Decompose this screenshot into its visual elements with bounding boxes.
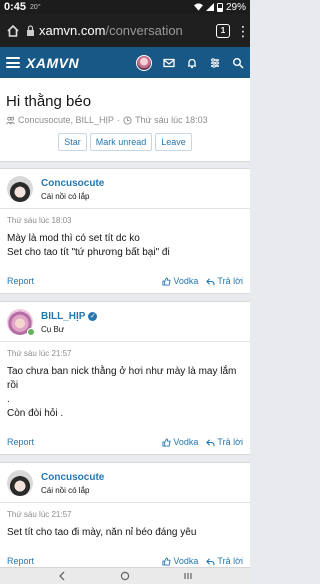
recents-icon[interactable]	[183, 571, 193, 581]
thread-header: Hi thằng béo Concusocute, BILL_HỊP · Thứ…	[0, 83, 250, 162]
message-line: Set cho tao tít "tứ phương bất bại" đi	[7, 247, 170, 258]
username[interactable]: BILL_HỊP ✓	[41, 311, 98, 322]
reply-button[interactable]: Trả lời	[206, 276, 243, 286]
reply-icon	[206, 438, 216, 446]
message-body: Tao chưa ban nick thằng ở hơi như mày là…	[0, 358, 250, 421]
user-title: Cái nồi có lắp	[41, 485, 90, 495]
avatar[interactable]	[7, 176, 33, 202]
users-icon	[6, 116, 15, 124]
status-time: 0:45	[4, 1, 27, 13]
react-button[interactable]: Vodka	[162, 437, 198, 447]
thumbs-up-icon	[162, 437, 172, 447]
menu-icon[interactable]	[6, 57, 20, 68]
reply-icon	[206, 557, 216, 565]
message-user: Concusocute Cái nồi có lắp	[0, 169, 250, 209]
username[interactable]: Concusocute	[41, 178, 104, 189]
report-link[interactable]: Report	[7, 437, 34, 447]
status-right: 29%	[193, 1, 246, 13]
header-actions	[136, 54, 244, 71]
message-date: Thứ sáu lúc 21:57	[7, 510, 72, 519]
username-text[interactable]: Concusocute	[41, 472, 104, 483]
reply-label: Trả lời	[217, 437, 243, 447]
message-footer: Report Vodka Trả lời	[0, 429, 250, 454]
search-icon[interactable]	[232, 57, 244, 69]
thread-meta: Concusocute, BILL_HỊP · Thứ sáu lúc 18:0…	[6, 115, 244, 125]
user-title: Cái nồi có lắp	[41, 191, 90, 201]
thumbs-up-icon	[162, 556, 172, 566]
avatar[interactable]	[136, 54, 152, 71]
message-body: Mày là mod thì có set tít dc ko Set cho …	[0, 225, 250, 260]
user-title: Cụ Bư	[41, 324, 65, 334]
reply-label: Trả lời	[217, 556, 243, 566]
reply-icon	[206, 277, 216, 285]
message-list: Concusocute Cái nồi có lắp Thứ sáu lúc 1…	[0, 162, 250, 574]
react-label: Vodka	[173, 437, 199, 447]
tabs-icon[interactable]: 1	[216, 23, 230, 38]
url-host: xamvn.com	[39, 23, 106, 38]
online-indicator	[27, 328, 35, 336]
message: Concusocute Cái nồi có lắp Thứ sáu lúc 1…	[0, 168, 250, 294]
battery-icon	[216, 2, 223, 12]
wifi-icon	[193, 3, 203, 11]
star-button[interactable]: Star	[58, 133, 87, 151]
site-logo[interactable]: XAMVN	[26, 55, 79, 71]
react-label: Vodka	[173, 276, 199, 286]
battery-level: 29%	[225, 1, 246, 13]
leave-button[interactable]: Leave	[155, 133, 192, 151]
message-line: Set tít cho tao đi mày, năn nỉ béo đáng …	[7, 527, 197, 538]
browser-bar: xamvn.com/conversation 1 ⋮	[0, 14, 250, 47]
address-bar[interactable]: xamvn.com/conversation	[26, 23, 210, 38]
message-user: BILL_HỊP ✓ Cụ Bư	[0, 302, 250, 342]
react-button[interactable]: Vodka	[162, 556, 198, 566]
message-date: Thứ sáu lúc 18:03	[7, 216, 72, 225]
username[interactable]: Concusocute	[41, 472, 104, 483]
lock-icon	[27, 25, 34, 36]
thread-actions: Star Mark unread Leave	[6, 133, 244, 151]
home-button-icon[interactable]	[120, 571, 130, 581]
react-label: Vodka	[173, 556, 199, 566]
thumbs-up-icon	[162, 276, 172, 286]
message: BILL_HỊP ✓ Cụ Bư Thứ sáu lúc 21:57 Tao ch…	[0, 301, 250, 455]
home-icon[interactable]	[6, 24, 20, 38]
message: Concusocute Cái nồi có lắp Thứ sáu lúc 2…	[0, 462, 250, 574]
message-footer: Report Vodka Trả lời	[0, 268, 250, 293]
message-user: Concusocute Cái nồi có lắp	[0, 463, 250, 503]
meta-separator: ·	[117, 115, 121, 125]
url-path: /conversation	[105, 23, 183, 38]
message-body: Set tít cho tao đi mày, năn nỉ béo đáng …	[0, 519, 250, 540]
reply-button[interactable]: Trả lời	[206, 437, 243, 447]
message-line: Tao chưa ban nick thằng ở hơi như mày là…	[7, 366, 237, 391]
username-text[interactable]: BILL_HỊP	[41, 311, 85, 322]
clock-icon	[123, 115, 132, 125]
verified-icon: ✓	[88, 311, 98, 321]
message-line: .	[7, 394, 10, 405]
message-line: Còn đòi hỏi .	[7, 408, 64, 419]
system-nav-bar	[0, 567, 250, 584]
avatar[interactable]	[7, 470, 33, 496]
bell-icon[interactable]	[186, 57, 198, 69]
react-button[interactable]: Vodka	[162, 276, 198, 286]
page-title: Hi thằng béo	[6, 93, 92, 110]
report-link[interactable]: Report	[7, 556, 34, 566]
site-header: XAMVN	[0, 47, 250, 78]
signal-icon	[205, 3, 214, 11]
avatar[interactable]	[7, 309, 35, 336]
more-icon[interactable]: ⋮	[236, 24, 250, 38]
reply-label: Trả lời	[217, 276, 243, 286]
mark-unread-button[interactable]: Mark unread	[89, 133, 153, 151]
status-temp: 20°	[30, 3, 41, 11]
reply-button[interactable]: Trả lời	[206, 556, 243, 566]
status-bar: 0:45 20° 29%	[0, 0, 250, 14]
mail-icon[interactable]	[163, 57, 175, 69]
thread-date: Thứ sáu lúc 18:03	[135, 115, 208, 125]
username-text[interactable]: Concusocute	[41, 178, 104, 189]
back-icon[interactable]	[57, 571, 67, 581]
message-line: Mày là mod thì có set tít dc ko	[7, 233, 140, 244]
message-date: Thứ sáu lúc 21:57	[7, 349, 72, 358]
thread-participants[interactable]: Concusocute, BILL_HỊP	[18, 115, 114, 125]
report-link[interactable]: Report	[7, 276, 34, 286]
gear-icon[interactable]	[209, 57, 221, 69]
